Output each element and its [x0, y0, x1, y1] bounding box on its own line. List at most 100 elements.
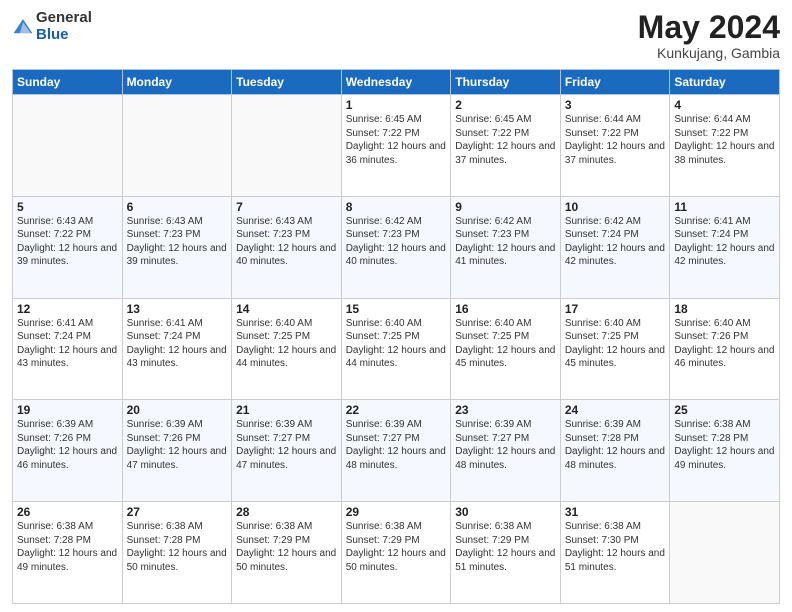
day-cell: 31Sunrise: 6:38 AMSunset: 7:30 PMDayligh…: [560, 502, 670, 604]
day-cell: 23Sunrise: 6:39 AMSunset: 7:27 PMDayligh…: [451, 400, 561, 502]
weekday-saturday: Saturday: [670, 70, 780, 95]
day-number: 14: [236, 302, 337, 316]
weekday-friday: Friday: [560, 70, 670, 95]
header: General Blue May 2024 Kunkujang, Gambia: [12, 10, 780, 61]
day-number: 18: [674, 302, 775, 316]
day-info: Sunrise: 6:38 AMSunset: 7:28 PMDaylight:…: [674, 418, 775, 472]
day-number: 16: [455, 302, 556, 316]
day-cell: [13, 95, 123, 197]
day-info: Sunrise: 6:39 AMSunset: 7:26 PMDaylight:…: [127, 418, 228, 472]
day-cell: 19Sunrise: 6:39 AMSunset: 7:26 PMDayligh…: [13, 400, 123, 502]
day-info: Sunrise: 6:41 AMSunset: 7:24 PMDaylight:…: [674, 215, 775, 269]
day-info: Sunrise: 6:43 AMSunset: 7:23 PMDaylight:…: [127, 215, 228, 269]
day-number: 3: [565, 98, 666, 112]
page: General Blue May 2024 Kunkujang, Gambia …: [0, 0, 792, 612]
day-info: Sunrise: 6:42 AMSunset: 7:23 PMDaylight:…: [455, 215, 556, 269]
day-cell: 15Sunrise: 6:40 AMSunset: 7:25 PMDayligh…: [341, 298, 451, 400]
day-number: 25: [674, 403, 775, 417]
day-info: Sunrise: 6:39 AMSunset: 7:26 PMDaylight:…: [17, 418, 118, 472]
calendar: SundayMondayTuesdayWednesdayThursdayFrid…: [12, 69, 780, 604]
day-number: 17: [565, 302, 666, 316]
weekday-thursday: Thursday: [451, 70, 561, 95]
day-info: Sunrise: 6:42 AMSunset: 7:23 PMDaylight:…: [346, 215, 447, 269]
location: Kunkujang, Gambia: [638, 45, 780, 61]
day-number: 29: [346, 505, 447, 519]
day-cell: 4Sunrise: 6:44 AMSunset: 7:22 PMDaylight…: [670, 95, 780, 197]
week-row-2: 5Sunrise: 6:43 AMSunset: 7:22 PMDaylight…: [13, 196, 780, 298]
day-info: Sunrise: 6:38 AMSunset: 7:28 PMDaylight:…: [17, 520, 118, 574]
day-number: 27: [127, 505, 228, 519]
day-cell: 18Sunrise: 6:40 AMSunset: 7:26 PMDayligh…: [670, 298, 780, 400]
day-info: Sunrise: 6:39 AMSunset: 7:28 PMDaylight:…: [565, 418, 666, 472]
day-cell: 21Sunrise: 6:39 AMSunset: 7:27 PMDayligh…: [232, 400, 342, 502]
day-number: 31: [565, 505, 666, 519]
weekday-wednesday: Wednesday: [341, 70, 451, 95]
day-info: Sunrise: 6:40 AMSunset: 7:25 PMDaylight:…: [346, 317, 447, 371]
logo-blue-text: Blue: [36, 26, 69, 43]
day-info: Sunrise: 6:38 AMSunset: 7:29 PMDaylight:…: [236, 520, 337, 574]
day-number: 4: [674, 98, 775, 112]
day-cell: 8Sunrise: 6:42 AMSunset: 7:23 PMDaylight…: [341, 196, 451, 298]
day-info: Sunrise: 6:40 AMSunset: 7:26 PMDaylight:…: [674, 317, 775, 371]
day-info: Sunrise: 6:40 AMSunset: 7:25 PMDaylight:…: [565, 317, 666, 371]
day-info: Sunrise: 6:39 AMSunset: 7:27 PMDaylight:…: [455, 418, 556, 472]
day-info: Sunrise: 6:45 AMSunset: 7:22 PMDaylight:…: [455, 113, 556, 167]
day-info: Sunrise: 6:43 AMSunset: 7:23 PMDaylight:…: [236, 215, 337, 269]
day-info: Sunrise: 6:38 AMSunset: 7:29 PMDaylight:…: [455, 520, 556, 574]
weekday-sunday: Sunday: [13, 70, 123, 95]
title-block: May 2024 Kunkujang, Gambia: [638, 10, 780, 61]
day-cell: 6Sunrise: 6:43 AMSunset: 7:23 PMDaylight…: [122, 196, 232, 298]
day-number: 8: [346, 200, 447, 214]
day-number: 1: [346, 98, 447, 112]
day-info: Sunrise: 6:42 AMSunset: 7:24 PMDaylight:…: [565, 215, 666, 269]
day-info: Sunrise: 6:39 AMSunset: 7:27 PMDaylight:…: [346, 418, 447, 472]
day-info: Sunrise: 6:40 AMSunset: 7:25 PMDaylight:…: [236, 317, 337, 371]
logo-text: General Blue: [36, 10, 92, 43]
day-number: 30: [455, 505, 556, 519]
day-cell: 3Sunrise: 6:44 AMSunset: 7:22 PMDaylight…: [560, 95, 670, 197]
day-number: 10: [565, 200, 666, 214]
day-number: 28: [236, 505, 337, 519]
day-cell: 27Sunrise: 6:38 AMSunset: 7:28 PMDayligh…: [122, 502, 232, 604]
day-number: 24: [565, 403, 666, 417]
day-number: 15: [346, 302, 447, 316]
day-cell: 2Sunrise: 6:45 AMSunset: 7:22 PMDaylight…: [451, 95, 561, 197]
weekday-monday: Monday: [122, 70, 232, 95]
month-title: May 2024: [638, 10, 780, 45]
day-info: Sunrise: 6:39 AMSunset: 7:27 PMDaylight:…: [236, 418, 337, 472]
day-cell: 11Sunrise: 6:41 AMSunset: 7:24 PMDayligh…: [670, 196, 780, 298]
day-info: Sunrise: 6:41 AMSunset: 7:24 PMDaylight:…: [17, 317, 118, 371]
week-row-5: 26Sunrise: 6:38 AMSunset: 7:28 PMDayligh…: [13, 502, 780, 604]
day-cell: 12Sunrise: 6:41 AMSunset: 7:24 PMDayligh…: [13, 298, 123, 400]
day-cell: 14Sunrise: 6:40 AMSunset: 7:25 PMDayligh…: [232, 298, 342, 400]
week-row-4: 19Sunrise: 6:39 AMSunset: 7:26 PMDayligh…: [13, 400, 780, 502]
day-cell: 28Sunrise: 6:38 AMSunset: 7:29 PMDayligh…: [232, 502, 342, 604]
day-cell: [122, 95, 232, 197]
day-info: Sunrise: 6:44 AMSunset: 7:22 PMDaylight:…: [565, 113, 666, 167]
week-row-1: 1 Sunrise: 6:45 AMSunset: 7:22 PMDaylight…: [13, 95, 780, 197]
day-number: 21: [236, 403, 337, 417]
day-number: 23: [455, 403, 556, 417]
day-number: 11: [674, 200, 775, 214]
day-cell: 7Sunrise: 6:43 AMSunset: 7:23 PMDaylight…: [232, 196, 342, 298]
day-info: Sunrise: 6:38 AMSunset: 7:28 PMDaylight:…: [127, 520, 228, 574]
day-cell: 1Sunrise: 6:45 AMSunset: 7:22 PMDaylight…: [341, 95, 451, 197]
day-number: 12: [17, 302, 118, 316]
day-cell: 25Sunrise: 6:38 AMSunset: 7:28 PMDayligh…: [670, 400, 780, 502]
day-info: Sunrise: 6:44 AMSunset: 7:22 PMDaylight:…: [674, 113, 775, 167]
day-cell: 24Sunrise: 6:39 AMSunset: 7:28 PMDayligh…: [560, 400, 670, 502]
day-number: 5: [17, 200, 118, 214]
day-cell: 22Sunrise: 6:39 AMSunset: 7:27 PMDayligh…: [341, 400, 451, 502]
day-number: 19: [17, 403, 118, 417]
day-cell: 26Sunrise: 6:38 AMSunset: 7:28 PMDayligh…: [13, 502, 123, 604]
weekday-tuesday: Tuesday: [232, 70, 342, 95]
day-number: 20: [127, 403, 228, 417]
day-number: 26: [17, 505, 118, 519]
day-cell: 16Sunrise: 6:40 AMSunset: 7:25 PMDayligh…: [451, 298, 561, 400]
day-cell: 5Sunrise: 6:43 AMSunset: 7:22 PMDaylight…: [13, 196, 123, 298]
day-number: 2: [455, 98, 556, 112]
day-info: Sunrise: 6:38 AMSunset: 7:30 PMDaylight:…: [565, 520, 666, 574]
day-number: 22: [346, 403, 447, 417]
day-cell: 30Sunrise: 6:38 AMSunset: 7:29 PMDayligh…: [451, 502, 561, 604]
weekday-header-row: SundayMondayTuesdayWednesdayThursdayFrid…: [13, 70, 780, 95]
